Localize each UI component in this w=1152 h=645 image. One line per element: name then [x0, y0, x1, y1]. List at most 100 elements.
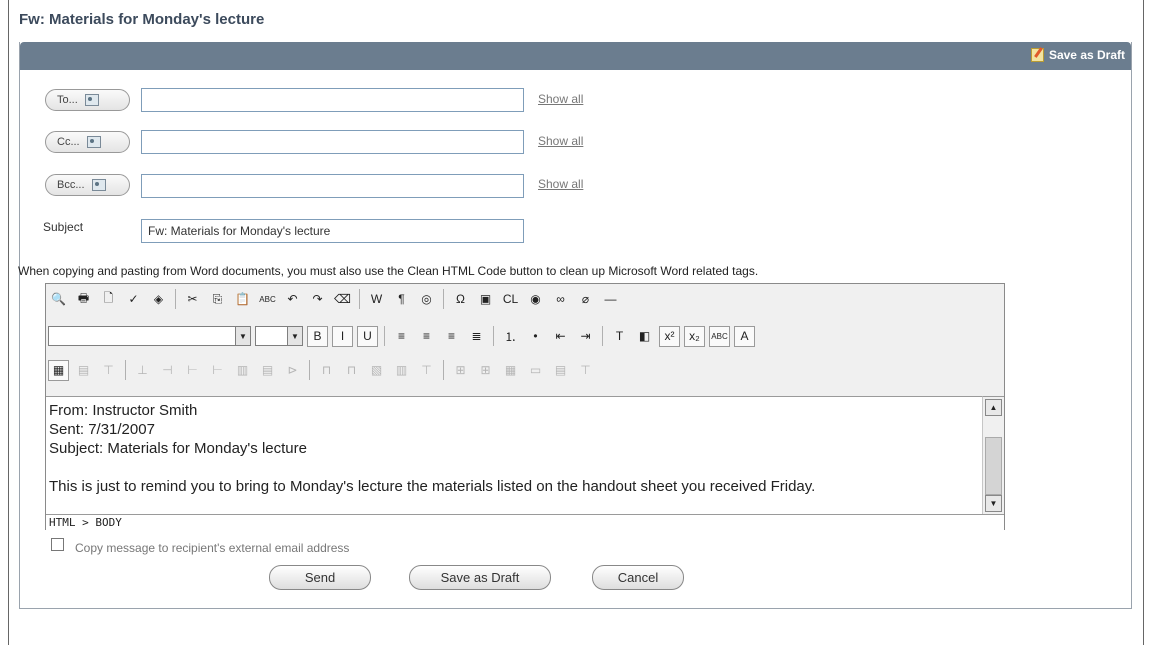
align-center-icon[interactable]: ≡ [416, 326, 437, 347]
insert-row-below-icon[interactable]: ⊥ [132, 360, 153, 381]
italic-icon[interactable]: I [332, 325, 353, 347]
insert-col-right-icon[interactable]: ⊢ [207, 360, 228, 381]
superscript-icon[interactable]: x² [659, 325, 680, 347]
split-vertical-icon[interactable]: ▭ [525, 360, 546, 381]
subject-field[interactable]: Fw: Materials for Monday's lecture [141, 219, 524, 243]
web-icon[interactable]: ◉ [525, 289, 546, 310]
font-size-icon[interactable]: A [734, 325, 755, 347]
bcc-show-all-link[interactable]: Show all [538, 177, 583, 191]
preview-icon[interactable]: 🗋 [98, 289, 119, 310]
merge-right-icon[interactable]: ⊞ [450, 360, 471, 381]
bcc-field[interactable] [141, 174, 524, 198]
unlink-icon[interactable]: ⌀ [575, 289, 596, 310]
insert-col-before-icon[interactable]: ⊓ [316, 360, 337, 381]
insert-col-after-icon[interactable]: ⊓ [341, 360, 362, 381]
strikethrough-icon[interactable]: ABC [709, 325, 730, 347]
numbered-list-icon[interactable]: ⒈ [500, 326, 521, 347]
image-icon[interactable]: ▣ [475, 289, 496, 310]
save-as-draft-link[interactable]: Save as Draft [1030, 48, 1125, 62]
toolbar-separator [443, 360, 444, 380]
toolbar-separator [125, 360, 126, 380]
toolbar-row-2: ▼ ▼ B I U ≡ ≡ ≡ ≣ ⒈ • ⇤ ⇥ T ◧ x² x₂ ABC A [48, 323, 755, 349]
to-field[interactable] [141, 88, 524, 112]
body-line-message: This is just to remind you to bring to M… [49, 478, 816, 495]
right-border [1143, 0, 1144, 645]
undo-icon[interactable]: ↶ [282, 289, 303, 310]
redo-icon[interactable]: ↷ [307, 289, 328, 310]
special-char-icon[interactable]: Ω [450, 289, 471, 310]
paste-word-icon[interactable]: W [366, 289, 387, 310]
body-line-subject: Subject: Materials for Monday's lecture [49, 440, 307, 457]
delete-cell-icon[interactable]: ⊤ [575, 360, 596, 381]
horizontal-rule-icon[interactable]: — [600, 289, 621, 310]
merge-cells-icon[interactable]: ▤ [257, 360, 278, 381]
subject-label: Subject [43, 220, 84, 234]
font-size-select[interactable]: ▼ [255, 326, 303, 346]
link-icon[interactable]: ∞ [550, 289, 571, 310]
editor-content[interactable]: From: Instructor Smith Sent: 7/31/2007 S… [46, 396, 982, 514]
copy-external-checkbox[interactable] [51, 538, 64, 551]
indent-icon[interactable]: ⇥ [575, 326, 596, 347]
toolbar-row-3: ▦ ▤ ⊤ ⊥ ⊣ ⊢ ⊢ ▥ ▤ ⊳ ⊓ ⊓ ▧ ▥ ⊤ ⊞ ⊞ ▦ ▭ ▤ ⊤ [48, 357, 596, 383]
chevron-down-icon: ▼ [235, 327, 250, 345]
clean-html-icon[interactable]: CL [500, 289, 521, 310]
copy-icon[interactable]: ⎘ [207, 289, 228, 310]
text-color-icon[interactable]: T [609, 326, 630, 347]
scroll-thumb[interactable] [985, 437, 1002, 495]
send-button[interactable]: Send [269, 565, 371, 590]
paste-icon[interactable]: 📋 [232, 289, 253, 310]
to-button-label: To... [57, 94, 78, 106]
cut-icon[interactable]: ✂ [182, 289, 203, 310]
highlight-icon[interactable]: ◧ [634, 326, 655, 347]
find-icon[interactable]: 🔍 [48, 289, 69, 310]
address-book-icon [84, 94, 99, 106]
split-cell-icon[interactable]: ⊳ [282, 360, 303, 381]
underline-icon[interactable]: U [357, 325, 378, 347]
font-family-select[interactable]: ▼ [48, 326, 251, 346]
subscript-icon[interactable]: x₂ [684, 325, 705, 347]
to-show-all-link[interactable]: Show all [538, 92, 583, 106]
outdent-icon[interactable]: ⇤ [550, 326, 571, 347]
merge-down-icon[interactable]: ⊞ [475, 360, 496, 381]
cc-button[interactable]: Cc... [45, 131, 130, 153]
cell-properties-icon[interactable]: ▥ [232, 360, 253, 381]
page-title: Fw: Materials for Monday's lecture [19, 11, 265, 28]
row-properties-icon[interactable]: ▤ [550, 360, 571, 381]
bcc-button[interactable]: Bcc... [45, 174, 130, 196]
address-book-icon [86, 136, 101, 148]
print-icon[interactable]: 🖶 [73, 289, 94, 310]
body-line-sent: Sent: 7/31/2007 [49, 421, 155, 438]
left-border [8, 0, 9, 645]
pilcrow-icon[interactable]: ¶ [391, 289, 412, 310]
justify-icon[interactable]: ≣ [466, 326, 487, 347]
thesaurus-icon[interactable]: ◈ [148, 289, 169, 310]
split-horizontal-icon[interactable]: ▦ [500, 360, 521, 381]
eraser-icon[interactable]: ⌫ [332, 289, 353, 310]
split-col-icon[interactable]: ⊤ [416, 360, 437, 381]
insert-row-above-icon[interactable]: ⊤ [98, 360, 119, 381]
toolbar-separator [602, 326, 603, 346]
scroll-up-icon[interactable]: ▲ [985, 399, 1002, 416]
delete-col-icon[interactable]: ▥ [391, 360, 412, 381]
scroll-down-icon[interactable]: ▼ [985, 495, 1002, 512]
save-as-draft-button[interactable]: Save as Draft [409, 565, 551, 590]
spellcheck-icon[interactable]: ✓ [123, 289, 144, 310]
cancel-button[interactable]: Cancel [592, 565, 684, 590]
toolbar-separator [175, 289, 176, 309]
insert-table-icon[interactable]: ▦ [48, 359, 69, 381]
paste-text-icon[interactable]: ABC [257, 289, 278, 310]
clean-format-icon[interactable]: ◎ [416, 289, 437, 310]
to-button[interactable]: To... [45, 89, 130, 111]
delete-row-icon[interactable]: ⊣ [157, 360, 178, 381]
cc-field[interactable] [141, 130, 524, 154]
table-properties-icon[interactable]: ▤ [73, 360, 94, 381]
cc-show-all-link[interactable]: Show all [538, 134, 583, 148]
bullet-list-icon[interactable]: • [525, 326, 546, 347]
editor-scrollbar[interactable]: ▲ ▼ [982, 396, 1004, 514]
insert-col-left-icon[interactable]: ⊢ [182, 360, 203, 381]
align-left-icon[interactable]: ≡ [391, 326, 412, 347]
align-right-icon[interactable]: ≡ [441, 326, 462, 347]
bcc-button-label: Bcc... [57, 179, 85, 191]
bold-icon[interactable]: B [307, 325, 328, 347]
column-properties-icon[interactable]: ▧ [366, 360, 387, 381]
